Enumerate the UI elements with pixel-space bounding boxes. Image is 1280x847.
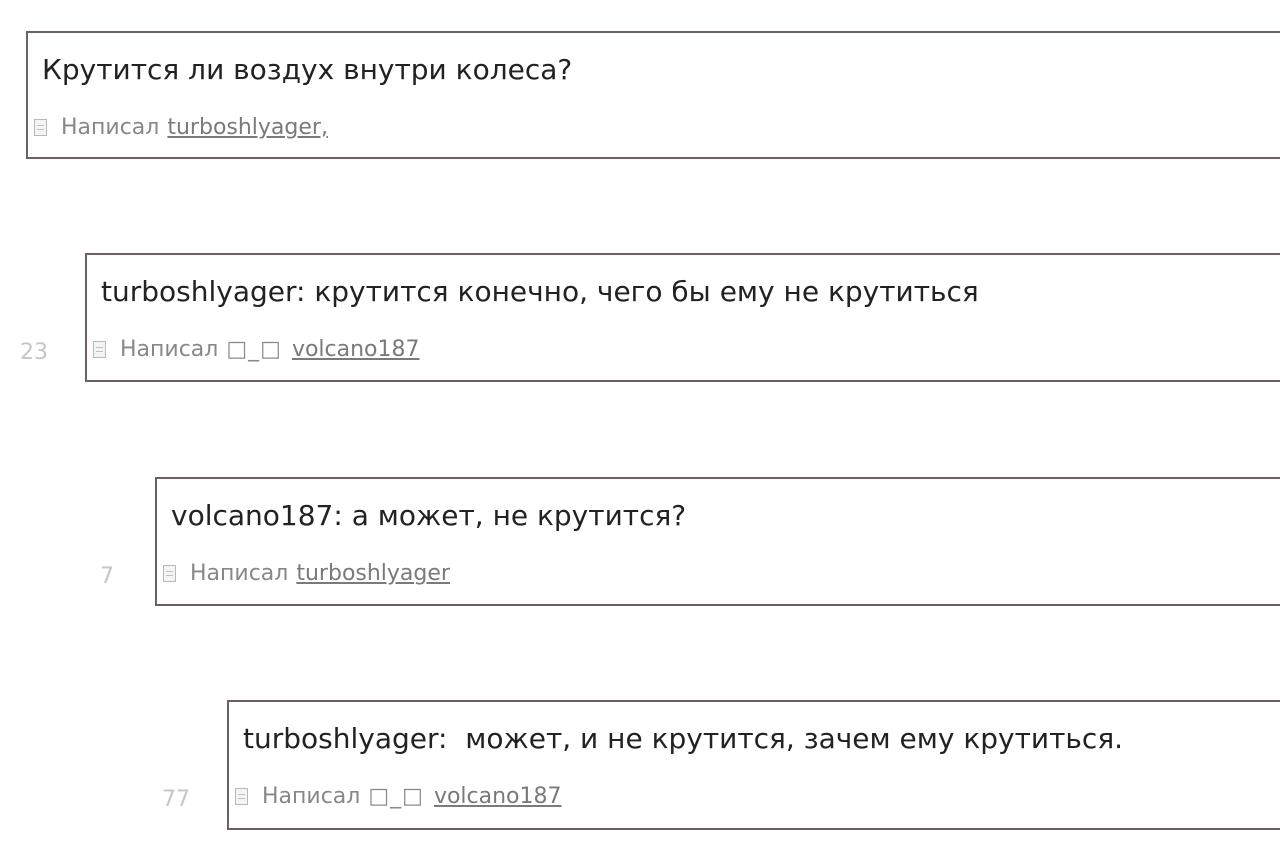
post-count: 7 xyxy=(100,564,114,589)
post-4: turboshlyager: может, и не крутится, зач… xyxy=(227,700,1280,830)
document-icon xyxy=(163,565,176,582)
post-message: Крутится ли воздух внутри колеса? xyxy=(42,53,573,86)
document-icon xyxy=(235,788,248,805)
post-meta: Написал □_□ volcano187 xyxy=(93,337,420,362)
post-meta: Написал turboshlyager, xyxy=(34,115,328,140)
author-link[interactable]: volcano187 xyxy=(292,337,420,362)
author-link[interactable]: turboshlyager xyxy=(296,561,450,586)
placeholder-glyphs: □_□ xyxy=(226,337,282,362)
document-icon xyxy=(34,119,47,136)
post-count: 23 xyxy=(20,340,48,365)
post-message: turboshlyager: может, и не крутится, зач… xyxy=(243,722,1124,755)
author-link[interactable]: turboshlyager, xyxy=(167,115,328,140)
written-by-label: Написал xyxy=(190,561,289,586)
post-meta: Написал turboshlyager xyxy=(163,561,450,586)
post-1: Крутится ли воздух внутри колеса? Написа… xyxy=(26,31,1280,159)
post-2: turboshlyager: крутится конечно, чего бы… xyxy=(85,253,1280,382)
document-icon xyxy=(93,341,106,358)
post-message: turboshlyager: крутится конечно, чего бы… xyxy=(101,275,979,308)
written-by-label: Написал xyxy=(120,337,219,362)
author-link[interactable]: volcano187 xyxy=(434,784,562,809)
post-meta: Написал □_□ volcano187 xyxy=(235,784,562,809)
post-3: volcano187: а может, не крутится? Написа… xyxy=(155,477,1280,606)
written-by-label: Написал xyxy=(61,115,160,140)
placeholder-glyphs: □_□ xyxy=(368,784,424,809)
post-message: volcano187: а может, не крутится? xyxy=(171,499,687,532)
post-count: 77 xyxy=(162,787,190,812)
written-by-label: Написал xyxy=(262,784,361,809)
